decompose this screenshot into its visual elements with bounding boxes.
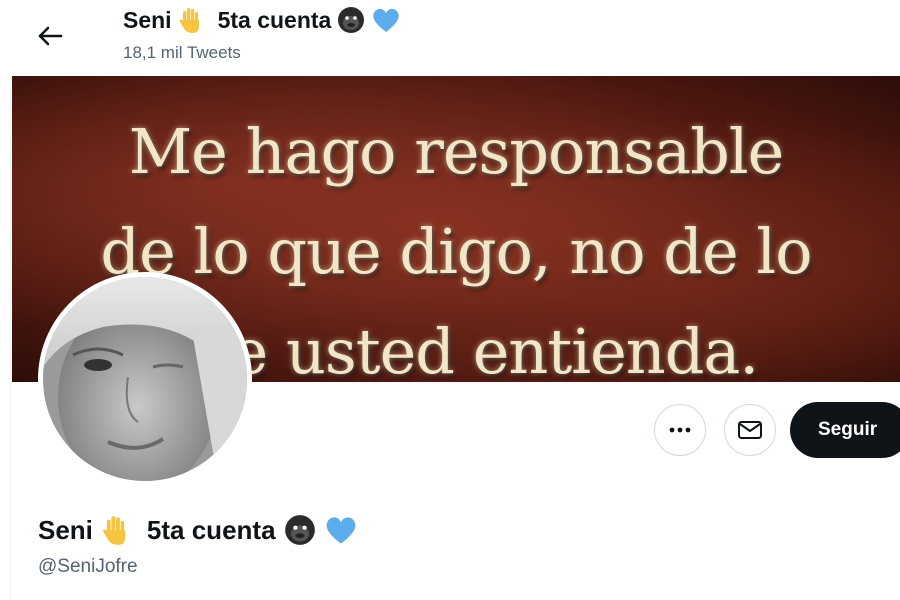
profile-display-name: Seni 5ta cuenta [38,514,358,546]
header-name-text: Seni [123,6,172,33]
profile-avatar[interactable] [38,272,252,486]
header-display-name: Seni 5ta cuenta [123,6,401,34]
page-edge [10,0,11,600]
header-name-suffix: 5ta cuenta [217,6,332,33]
more-options-button[interactable] [654,404,706,456]
profile-name-text: Seni [38,514,93,545]
back-button[interactable] [30,18,70,54]
follow-button[interactable]: Seguir [790,402,900,458]
profile-header-bar: Seni 5ta cuenta 18,1 mil Tweets [0,0,900,76]
banner-line: Me hago responsable [128,115,785,188]
avatar-photo [43,277,247,481]
blue-heart-emoji [373,8,400,32]
profile-handle: @SeniJofre [38,556,138,577]
blue-heart-emoji [326,517,355,544]
arrow-left-icon [38,26,63,46]
message-button[interactable] [724,404,776,456]
gorilla-emoji [284,515,315,545]
gorilla-emoji [338,7,365,33]
raised-hand-emoji [103,516,126,545]
ellipsis-icon [669,427,691,433]
envelope-icon [738,421,762,439]
profile-name-suffix: 5ta cuenta [146,514,276,545]
raised-hand-emoji [179,8,199,33]
tweet-count: 18,1 mil Tweets [123,43,241,62]
